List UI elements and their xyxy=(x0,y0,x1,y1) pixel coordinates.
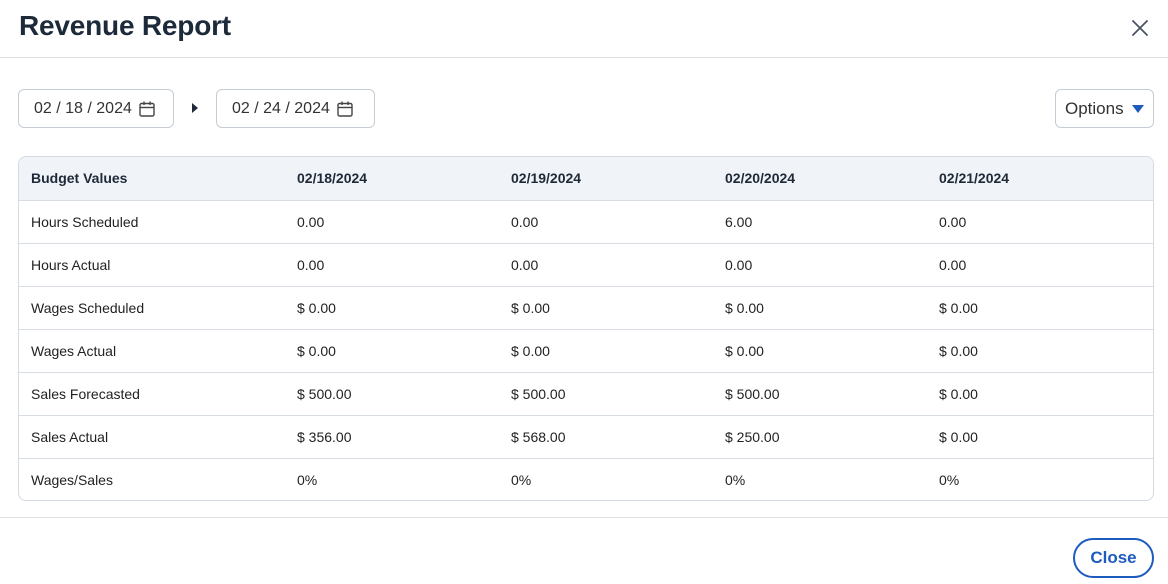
options-label: Options xyxy=(1065,98,1124,118)
table-row: Hours Actual 0.00 0.00 0.00 0.00 xyxy=(19,243,1153,286)
caret-right-icon xyxy=(192,103,198,113)
table-cell: $ 500.00 xyxy=(725,385,780,402)
table-cell: 0% xyxy=(297,471,318,488)
table-row: Hours Scheduled 0.00 0.00 6.00 0.00 xyxy=(19,200,1153,243)
table-cell: 0.00 xyxy=(297,256,325,273)
table-row: Wages Scheduled $ 0.00 $ 0.00 $ 0.00 $ 0… xyxy=(19,286,1153,329)
table-header-row: Budget Values 02/18/2024 02/19/2024 02/2… xyxy=(19,157,1153,200)
column-header: 02/20/2024 xyxy=(725,170,796,187)
table-row: Wages Actual $ 0.00 $ 0.00 $ 0.00 $ 0.00 xyxy=(19,329,1153,372)
table-row: Wages/Sales 0% 0% 0% 0% xyxy=(19,458,1153,500)
close-button[interactable]: Close xyxy=(1073,538,1154,578)
table-cell: 6.00 xyxy=(725,213,753,230)
end-date-value: 02 / 24 / 2024 xyxy=(232,99,330,117)
table-cell: 0.00 xyxy=(939,213,967,230)
calendar-icon[interactable] xyxy=(138,100,156,118)
column-header: 02/18/2024 xyxy=(297,170,368,187)
footer-divider xyxy=(0,517,1168,518)
table-cell: 0% xyxy=(725,471,746,488)
column-header: 02/19/2024 xyxy=(511,170,582,187)
table-cell: 0.00 xyxy=(511,256,539,273)
row-label: Hours Actual xyxy=(31,256,111,273)
table-cell: $ 500.00 xyxy=(297,385,352,402)
row-label: Hours Scheduled xyxy=(31,213,139,230)
caret-down-icon xyxy=(1131,104,1144,113)
table-cell: $ 0.00 xyxy=(725,342,764,359)
table-cell: $ 0.00 xyxy=(511,342,550,359)
table-cell: $ 0.00 xyxy=(939,342,978,359)
table-cell: 0% xyxy=(511,471,532,488)
row-label: Wages/Sales xyxy=(31,471,113,488)
dialog-title: Revenue Report xyxy=(19,10,231,41)
table-cell: 0.00 xyxy=(725,256,753,273)
budget-table: Budget Values 02/18/2024 02/19/2024 02/2… xyxy=(18,156,1154,501)
table-cell: $ 0.00 xyxy=(297,342,336,359)
table-cell: $ 250.00 xyxy=(725,428,780,445)
calendar-icon[interactable] xyxy=(336,100,354,118)
table-cell: 0% xyxy=(939,471,960,488)
row-label: Wages Actual xyxy=(31,342,117,359)
options-dropdown[interactable]: Options xyxy=(1055,89,1154,128)
end-date-input[interactable]: 02 / 24 / 2024 xyxy=(216,89,375,128)
table-cell: $ 356.00 xyxy=(297,428,352,445)
table-cell: 0.00 xyxy=(297,213,325,230)
close-icon[interactable] xyxy=(1128,16,1152,40)
table-cell: $ 0.00 xyxy=(725,299,764,316)
table-cell: $ 0.00 xyxy=(511,299,550,316)
table-cell: $ 0.00 xyxy=(297,299,336,316)
table-row: Sales Forecasted $ 500.00 $ 500.00 $ 500… xyxy=(19,372,1153,415)
table-cell: 0.00 xyxy=(511,213,539,230)
revenue-report-dialog: Revenue Report 02 / 18 / 2024 02 / 24 / … xyxy=(0,0,1168,584)
row-label: Sales Actual xyxy=(31,428,109,445)
start-date-input[interactable]: 02 / 18 / 2024 xyxy=(18,89,174,128)
row-label: Sales Forecasted xyxy=(31,385,140,402)
table-cell: $ 0.00 xyxy=(939,385,978,402)
start-date-value: 02 / 18 / 2024 xyxy=(34,99,132,117)
table-row: Sales Actual $ 356.00 $ 568.00 $ 250.00 … xyxy=(19,415,1153,458)
row-label: Wages Scheduled xyxy=(31,299,145,316)
dialog-header: Revenue Report xyxy=(0,0,1168,58)
table-cell: $ 568.00 xyxy=(511,428,566,445)
table-cell: $ 0.00 xyxy=(939,299,978,316)
table-cell: $ 500.00 xyxy=(511,385,566,402)
table-cell: 0.00 xyxy=(939,256,967,273)
table-cell: $ 0.00 xyxy=(939,428,978,445)
column-header: 02/21/2024 xyxy=(939,170,1010,187)
column-header: Budget Values xyxy=(31,170,128,187)
